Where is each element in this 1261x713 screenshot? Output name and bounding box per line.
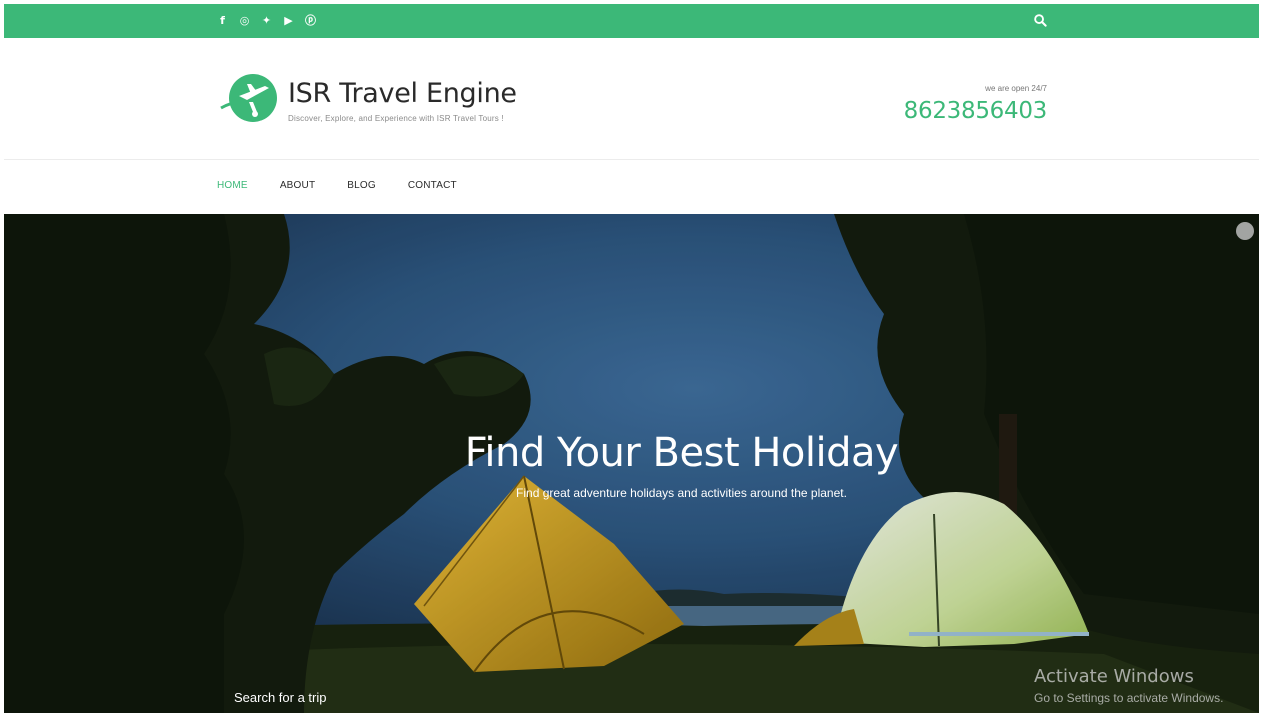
youtube-icon[interactable]: ▶ (282, 13, 295, 28)
instagram-icon[interactable]: ◎ (238, 13, 251, 28)
nav-item-home[interactable]: HOME (217, 180, 248, 191)
watermark-subtitle: Go to Settings to activate Windows. (1034, 691, 1224, 705)
site-logo[interactable] (217, 68, 281, 132)
twitter-icon[interactable]: ✦ (260, 13, 273, 28)
nav-item-blog[interactable]: BLOG (347, 180, 376, 191)
search-icon[interactable] (1033, 13, 1048, 28)
hero-subtitle: Find great adventure holidays and activi… (516, 486, 847, 500)
site-header: ISR Travel Engine Discover, Explore, and… (4, 38, 1259, 160)
pinterest-icon[interactable]: ⓟ (304, 13, 317, 28)
facebook-icon[interactable]: f (216, 13, 229, 28)
hero-banner: Find Your Best Holiday Find great advent… (4, 214, 1259, 713)
social-links: f ◎ ✦ ▶ ⓟ (216, 13, 317, 28)
slider-control-button[interactable] (1236, 222, 1254, 240)
hours-note: we are open 24/7 (985, 84, 1047, 93)
site-title[interactable]: ISR Travel Engine (288, 78, 517, 109)
main-nav: HOME ABOUT BLOG CONTACT (4, 160, 1259, 214)
trip-search-label: Search for a trip (234, 690, 327, 705)
nav-item-contact[interactable]: CONTACT (408, 180, 457, 191)
windows-activation-watermark: Activate Windows Go to Settings to activ… (1034, 666, 1223, 705)
top-bar: f ◎ ✦ ▶ ⓟ (4, 4, 1259, 38)
hero-title: Find Your Best Holiday (464, 430, 899, 476)
site-tagline: Discover, Explore, and Experience with I… (288, 114, 504, 123)
watermark-title: Activate Windows (1034, 666, 1194, 687)
phone-number[interactable]: 8623856403 (904, 98, 1048, 124)
browser-viewport: f ◎ ✦ ▶ ⓟ ISR Travel Engine Discover, Ex… (4, 4, 1259, 713)
nav-item-about[interactable]: ABOUT (280, 180, 315, 191)
